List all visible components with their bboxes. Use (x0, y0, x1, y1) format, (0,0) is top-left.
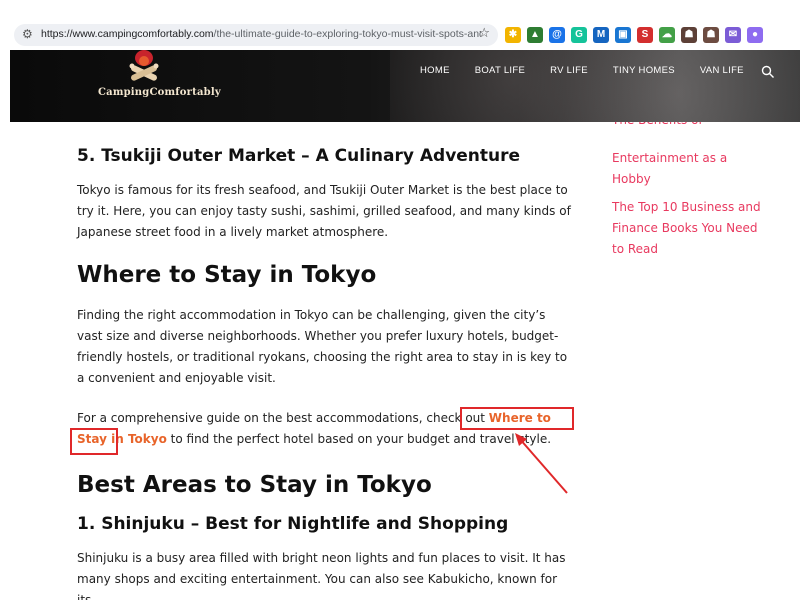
highlight-box (460, 407, 462, 429)
nav-home[interactable]: HOME (420, 65, 450, 76)
browser-toolbar: ⚙ https://www.campingcomfortably.com/the… (0, 0, 800, 50)
grammarly-icon[interactable]: G (571, 27, 587, 43)
sidebar-link-business-books[interactable]: The Top 10 Business and Finance Books Yo… (612, 197, 762, 260)
sidebar-link-benefits[interactable]: The Benefits of (612, 122, 762, 131)
highlight-box (116, 428, 118, 455)
at-icon[interactable]: @ (549, 27, 565, 43)
guide-text-before: For a comprehensive guide on the best ac… (77, 411, 489, 425)
url-text[interactable]: https://www.campingcomfortably.com/the-u… (41, 28, 481, 40)
paragraph-shinjuku: Shinjuku is a busy area filled with brig… (77, 551, 566, 600)
mail-icon[interactable]: M (593, 27, 609, 43)
paragraph-tsukiji: Tokyo is famous for its fresh seafood, a… (77, 183, 571, 239)
nav-boat-life[interactable]: BOAT LIFE (475, 65, 525, 76)
heading-where-to-stay: Where to Stay in Tokyo (77, 262, 377, 288)
url-host: https://www.campingcomfortably.com (41, 28, 214, 40)
sidebar-link-entertainment[interactable]: Entertainment as a Hobby (612, 148, 762, 190)
site-header: CampingComfortably HOME BOAT LIFE RV LIF… (10, 50, 800, 122)
cloud-icon[interactable]: ☁ (659, 27, 675, 43)
heading-tsukiji: 5. Tsukiji Outer Market – A Culinary Adv… (77, 146, 521, 166)
robot2-icon[interactable]: ☗ (703, 27, 719, 43)
s-icon[interactable]: S (637, 27, 653, 43)
annotation-arrow-icon (515, 433, 568, 494)
sidebar-clipped-area: The Benefits of (612, 122, 772, 142)
highlight-box (460, 407, 574, 409)
heading-best-areas: Best Areas to Stay in Tokyo (77, 472, 432, 498)
search-icon[interactable] (761, 65, 775, 79)
star-icon[interactable]: ☆ (478, 26, 490, 41)
url-path: /the-ultimate-guide-to-exploring-tokyo-m… (213, 28, 481, 40)
site-logo-text[interactable]: CampingComfortably (98, 87, 221, 98)
box-icon[interactable]: ▣ (615, 27, 631, 43)
address-bar[interactable]: ⚙ https://www.campingcomfortably.com/the… (14, 24, 498, 46)
heading-shinjuku: 1. Shinjuku – Best for Nightlife and Sho… (77, 514, 509, 534)
chrome-icon[interactable]: ● (747, 27, 763, 43)
main-nav: HOME BOAT LIFE RV LIFE TINY HOMES VAN LI… (420, 65, 769, 76)
robot-icon[interactable]: ☗ (681, 27, 697, 43)
highlight-box (70, 453, 118, 455)
extensions-row: ✱ ▲ @ G M ▣ S ☁ ☗ ☗ ✉ ● (505, 24, 763, 46)
guide-text-after: to find the perfect hotel based on your … (166, 432, 552, 446)
campfire-logo-icon[interactable] (124, 50, 164, 90)
paragraph-where-to-stay: Finding the right accommodation in Tokyo… (77, 308, 568, 385)
tune-icon[interactable]: ⚙ (22, 27, 33, 41)
nav-van-life[interactable]: VAN LIFE (700, 65, 744, 76)
highlight-box (70, 428, 118, 430)
header-background-image (390, 50, 800, 122)
nav-tiny-homes[interactable]: TINY HOMES (613, 65, 675, 76)
email-icon[interactable]: ✉ (725, 27, 741, 43)
highlight-box (572, 407, 574, 429)
highlight-box (70, 428, 72, 455)
puzzle-icon[interactable]: ✱ (505, 27, 521, 43)
nav-rv-life[interactable]: RV LIFE (550, 65, 588, 76)
chart-icon[interactable]: ▲ (527, 27, 543, 43)
